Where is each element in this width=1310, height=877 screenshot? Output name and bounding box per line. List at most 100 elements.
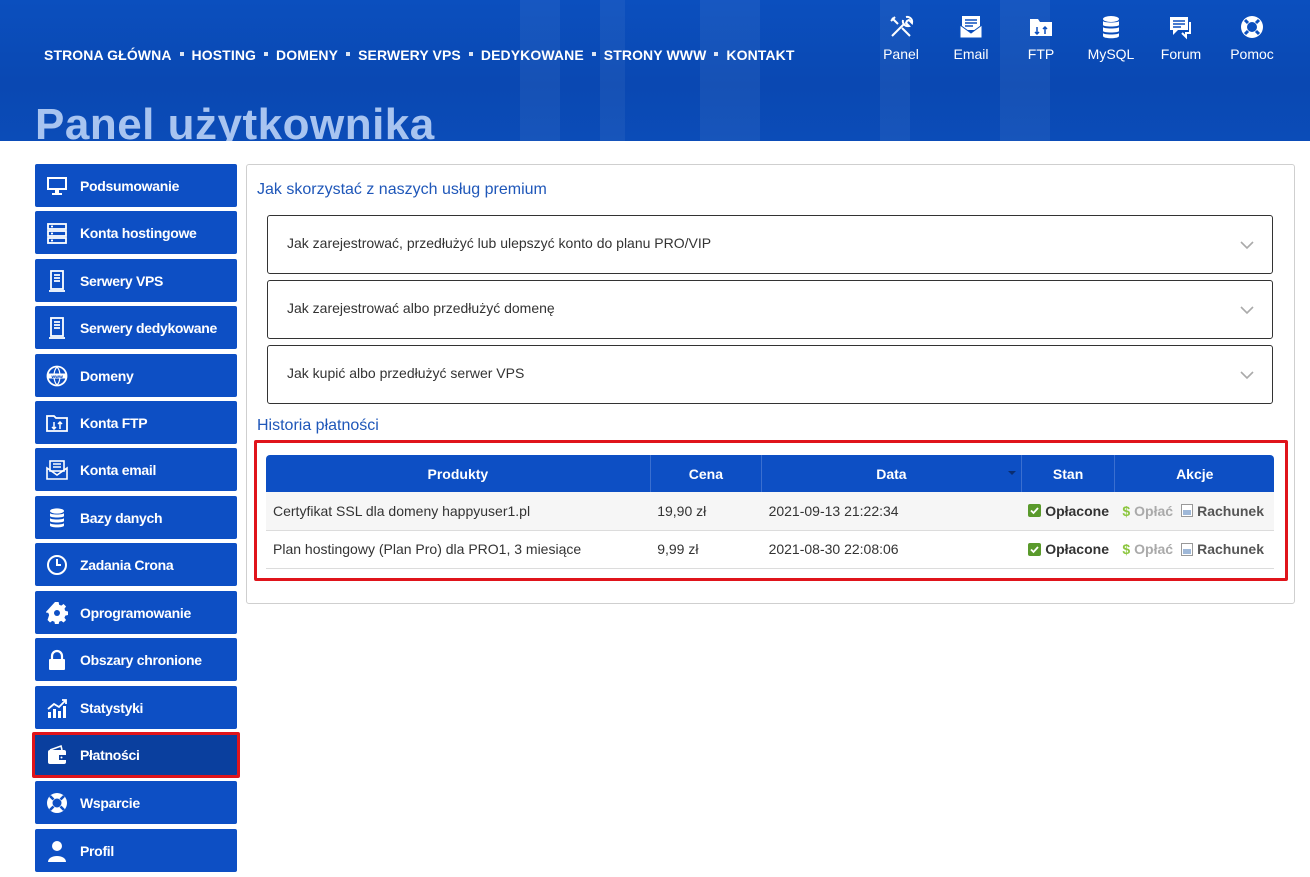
sidebar-item-label: Zadania Crona (80, 556, 174, 573)
table-row: Plan hostingowy (Plan Pro) dla PRO1, 3 m… (266, 530, 1274, 569)
nav-websites[interactable]: STRONY WWW (604, 47, 707, 63)
database-icon (45, 506, 69, 530)
quick-link-forum[interactable]: Forum (1151, 14, 1211, 62)
sidebar-item-protected[interactable]: Obszary chronione (35, 638, 237, 681)
invoice-button[interactable]: Rachunek (1181, 503, 1264, 519)
pay-button[interactable]: $ Opłać (1122, 541, 1173, 557)
check-icon (1028, 504, 1042, 518)
row-actions: $ Opłać Rachunek (1122, 503, 1274, 519)
monitor-icon (45, 174, 69, 198)
sidebar-item-hosting[interactable]: Konta hostingowe (35, 211, 237, 254)
invoice-icon (1181, 504, 1194, 518)
gear-icon (45, 601, 69, 625)
sidebar-item-label: Konta FTP (80, 414, 148, 431)
quick-link-email[interactable]: Email (941, 14, 1001, 62)
lock-icon (45, 648, 69, 672)
svg-text:www: www (51, 374, 63, 379)
cell-price: 19,90 zł (650, 492, 762, 531)
quick-link-mysql[interactable]: MySQL (1081, 14, 1141, 62)
column-header-products[interactable]: Produkty (266, 455, 651, 492)
wallet-icon (45, 743, 69, 767)
invoice-icon (1181, 542, 1194, 556)
forum-icon (1170, 17, 1191, 40)
clock-icon (45, 553, 69, 577)
sidebar-item-payments[interactable]: Płatności (35, 733, 237, 776)
globe-www-icon: www (45, 364, 69, 388)
sidebar-item-label: Serwery VPS (80, 272, 164, 289)
sidebar-item-email[interactable]: Konta email (35, 448, 237, 491)
lifebuoy-icon (45, 791, 69, 815)
accordion-item-vps[interactable]: Jak kupić albo przedłużyć serwer VPS (267, 345, 1273, 404)
sidebar-item-dedicated[interactable]: Serwery dedykowane (35, 306, 237, 349)
quick-link-label: FTP (1027, 46, 1055, 62)
main-nav: STRONA GŁÓWNA HOSTING DOMENY SERWERY VPS… (44, 47, 795, 63)
nav-hosting[interactable]: HOSTING (192, 47, 256, 63)
header-decoration (520, 0, 560, 141)
chevron-down-icon (1240, 306, 1254, 315)
column-header-status[interactable]: Stan (1021, 455, 1116, 492)
sidebar-item-domains[interactable]: www Domeny (35, 354, 237, 397)
nav-separator (179, 52, 184, 56)
sidebar-item-support[interactable]: Wsparcie (35, 781, 237, 824)
sidebar-item-cron[interactable]: Zadania Crona (35, 543, 237, 586)
lifebuoy-icon (1241, 16, 1263, 38)
quick-link-help[interactable]: Pomoc (1222, 14, 1282, 62)
sidebar-item-label: Domeny (80, 367, 134, 384)
cell-actions: $ Opłać Rachunek (1114, 530, 1274, 569)
chevron-down-icon (1240, 371, 1254, 380)
sidebar-item-profile[interactable]: Profil (35, 829, 237, 872)
accordion-item-plan[interactable]: Jak zarejestrować, przedłużyć lub ulepsz… (267, 215, 1273, 274)
cell-actions: $ Opłać Rachunek (1114, 492, 1274, 531)
cell-product: Certyfikat SSL dla domeny happyuser1.pl (266, 492, 651, 531)
quick-link-ftp[interactable]: FTP (1011, 14, 1071, 62)
tools-icon (890, 15, 914, 37)
sidebar-item-software[interactable]: Oprogramowanie (35, 591, 237, 634)
invoice-label: Rachunek (1197, 541, 1264, 557)
nav-separator (346, 52, 351, 56)
quick-link-panel[interactable]: Panel (871, 14, 931, 62)
tower-server-icon (45, 316, 69, 340)
quick-link-label: Forum (1160, 46, 1202, 62)
column-header-price[interactable]: Cena (650, 455, 763, 492)
header-decoration (700, 0, 760, 141)
sort-desc-icon (1007, 471, 1016, 475)
sidebar-item-summary[interactable]: Podsumowanie (35, 164, 237, 207)
sidebar-item-databases[interactable]: Bazy danych (35, 496, 237, 539)
sidebar-item-label: Oprogramowanie (80, 604, 191, 621)
cell-price: 9,99 zł (650, 530, 762, 569)
sidebar-item-vps[interactable]: Serwery VPS (35, 259, 237, 302)
email-icon (959, 16, 983, 39)
header-decoration (600, 0, 625, 141)
accordion-label: Jak zarejestrować, przedłużyć lub ulepsz… (287, 235, 712, 251)
cell-product: Plan hostingowy (Plan Pro) dla PRO1, 3 m… (266, 530, 651, 569)
accordion-item-domain[interactable]: Jak zarejestrować albo przedłużyć domenę (267, 280, 1273, 339)
nav-contact[interactable]: KONTAKT (726, 47, 794, 63)
nav-home[interactable]: STRONA GŁÓWNA (44, 47, 172, 63)
sidebar-item-ftp[interactable]: Konta FTP (35, 401, 237, 444)
pay-button[interactable]: $ Opłać (1122, 503, 1173, 519)
chart-icon (45, 696, 69, 720)
sidebar-item-label: Obszary chronione (80, 651, 202, 668)
accordion-label: Jak kupić albo przedłużyć serwer VPS (287, 365, 525, 381)
ftp-folder-icon (1030, 19, 1052, 36)
sidebar-item-statistics[interactable]: Statystyki (35, 686, 237, 729)
server-icon (45, 221, 69, 245)
nav-domains[interactable]: DOMENY (276, 47, 338, 63)
database-icon (1103, 16, 1119, 39)
sidebar-item-label: Wsparcie (80, 794, 140, 811)
status-label: Opłacone (1045, 502, 1109, 519)
nav-dedicated[interactable]: DEDYKOWANE (481, 47, 584, 63)
table-header-row: Produkty Cena Data Stan Akcje (266, 455, 1274, 492)
chevron-down-icon (1240, 241, 1254, 250)
column-header-actions[interactable]: Akcje (1114, 455, 1274, 492)
row-actions: $ Opłać Rachunek (1122, 541, 1274, 557)
check-icon (1028, 542, 1042, 556)
tower-server-icon (45, 269, 69, 293)
sidebar-item-label: Konta hostingowe (80, 224, 197, 241)
nav-separator (264, 52, 269, 56)
sidebar-item-label: Podsumowanie (80, 177, 180, 194)
column-header-date[interactable]: Data (761, 455, 1022, 492)
nav-vps[interactable]: SERWERY VPS (358, 47, 461, 63)
sidebar-item-label: Profil (80, 842, 114, 859)
invoice-button[interactable]: Rachunek (1181, 541, 1264, 557)
